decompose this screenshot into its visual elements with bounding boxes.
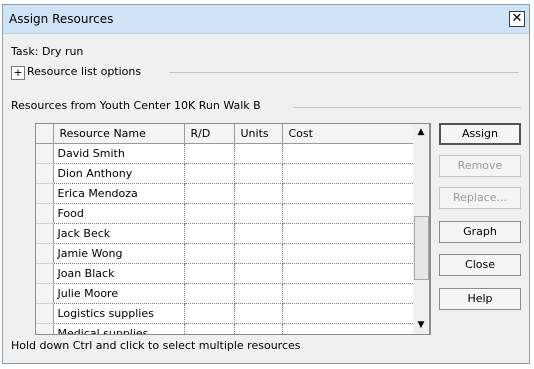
expand-options-button[interactable]: +	[11, 66, 25, 80]
table-row[interactable]: Food	[36, 203, 429, 224]
row-selector[interactable]	[36, 323, 54, 334]
row-selector[interactable]	[36, 263, 54, 284]
rd-cell[interactable]	[184, 223, 235, 244]
cost-cell[interactable]	[282, 283, 429, 304]
rd-cell[interactable]	[184, 283, 235, 304]
units-cell[interactable]	[234, 283, 283, 304]
cost-cell[interactable]	[282, 243, 429, 264]
assign-resources-dialog: Assign Resources ✕ Task: Dry run + Resou…	[2, 4, 530, 364]
resources-from-label: Resources from Youth Center 10K Run Walk…	[11, 99, 261, 112]
assign-button[interactable]: Assign	[439, 123, 521, 145]
cost-cell[interactable]	[282, 203, 429, 224]
resource-name-cell[interactable]: Food	[53, 203, 185, 224]
units-cell[interactable]	[234, 203, 283, 224]
table-row[interactable]: David Smith	[36, 143, 429, 164]
units-cell[interactable]	[234, 163, 283, 184]
column-cost[interactable]: Cost	[282, 124, 429, 144]
row-selector[interactable]	[36, 223, 54, 244]
task-label: Task: Dry run	[11, 45, 84, 58]
table-row[interactable]: Joan Black	[36, 263, 429, 284]
divider	[169, 72, 519, 73]
cost-cell[interactable]	[282, 143, 429, 164]
resource-name-cell[interactable]: Erica Mendoza	[53, 183, 185, 204]
cost-cell[interactable]	[282, 263, 429, 284]
table-row[interactable]: Logistics supplies	[36, 303, 429, 324]
rd-cell[interactable]	[184, 303, 235, 324]
grid-header-row: Resource Name R/D Units Cost	[36, 124, 429, 144]
resource-name-cell[interactable]: Julie Moore	[53, 283, 185, 304]
scroll-up-icon[interactable]: ▲	[413, 124, 429, 141]
table-row[interactable]: Medical supplies	[36, 323, 429, 334]
cost-cell[interactable]	[282, 183, 429, 204]
footer-hint: Hold down Ctrl and click to select multi…	[11, 339, 301, 352]
row-selector[interactable]	[36, 303, 54, 324]
help-button[interactable]: Help	[439, 288, 521, 310]
close-icon[interactable]: ✕	[509, 11, 525, 27]
replace-button[interactable]: Replace...	[439, 187, 521, 209]
resource-name-cell[interactable]: Logistics supplies	[53, 303, 185, 324]
cost-cell[interactable]	[282, 323, 429, 334]
units-cell[interactable]	[234, 223, 283, 244]
resource-list-options-label[interactable]: Resource list options	[27, 65, 141, 78]
table-row[interactable]: Erica Mendoza	[36, 183, 429, 204]
cost-cell[interactable]	[282, 163, 429, 184]
units-cell[interactable]	[234, 303, 283, 324]
rd-cell[interactable]	[184, 143, 235, 164]
cost-cell[interactable]	[282, 223, 429, 244]
rd-cell[interactable]	[184, 163, 235, 184]
rd-cell[interactable]	[184, 203, 235, 224]
close-button[interactable]: Close	[439, 254, 521, 276]
scrollbar-thumb[interactable]	[414, 216, 429, 280]
row-selector[interactable]	[36, 243, 54, 264]
units-cell[interactable]	[234, 183, 283, 204]
units-cell[interactable]	[234, 143, 283, 164]
rd-cell[interactable]	[184, 263, 235, 284]
column-resource-name[interactable]: Resource Name	[53, 124, 185, 144]
row-selector[interactable]	[36, 283, 54, 304]
resource-grid: Resource Name R/D Units Cost David Smith…	[35, 123, 431, 335]
resource-list-options: + Resource list options	[11, 64, 521, 80]
remove-button[interactable]: Remove	[439, 155, 521, 177]
units-cell[interactable]	[234, 263, 283, 284]
rd-cell[interactable]	[184, 323, 235, 334]
dialog-title: Assign Resources	[9, 12, 114, 26]
divider	[293, 107, 521, 108]
title-bar[interactable]: Assign Resources ✕	[3, 5, 529, 34]
resource-name-cell[interactable]: Dion Anthony	[53, 163, 185, 184]
table-row[interactable]: Julie Moore	[36, 283, 429, 304]
table-row[interactable]: Jack Beck	[36, 223, 429, 244]
rd-cell[interactable]	[184, 243, 235, 264]
rd-cell[interactable]	[184, 183, 235, 204]
resource-name-cell[interactable]: Jamie Wong	[53, 243, 185, 264]
resource-name-cell[interactable]: Joan Black	[53, 263, 185, 284]
resource-name-cell[interactable]: Jack Beck	[53, 223, 185, 244]
table-row[interactable]: Jamie Wong	[36, 243, 429, 264]
column-rd[interactable]: R/D	[184, 124, 235, 144]
row-selector[interactable]	[36, 203, 54, 224]
column-units[interactable]: Units	[234, 124, 283, 144]
units-cell[interactable]	[234, 323, 283, 334]
select-all-cell[interactable]	[36, 124, 54, 144]
cost-cell[interactable]	[282, 303, 429, 324]
units-cell[interactable]	[234, 243, 283, 264]
resource-name-cell[interactable]: David Smith	[53, 143, 185, 164]
resource-name-cell[interactable]: Medical supplies	[53, 323, 185, 334]
grid-scrollbar[interactable]: ▲ ▼	[413, 123, 430, 335]
table-row[interactable]: Dion Anthony	[36, 163, 429, 184]
graph-button[interactable]: Graph	[439, 221, 521, 243]
row-selector[interactable]	[36, 183, 54, 204]
row-selector[interactable]	[36, 143, 54, 164]
scroll-down-icon[interactable]: ▼	[413, 317, 429, 334]
row-selector[interactable]	[36, 163, 54, 184]
